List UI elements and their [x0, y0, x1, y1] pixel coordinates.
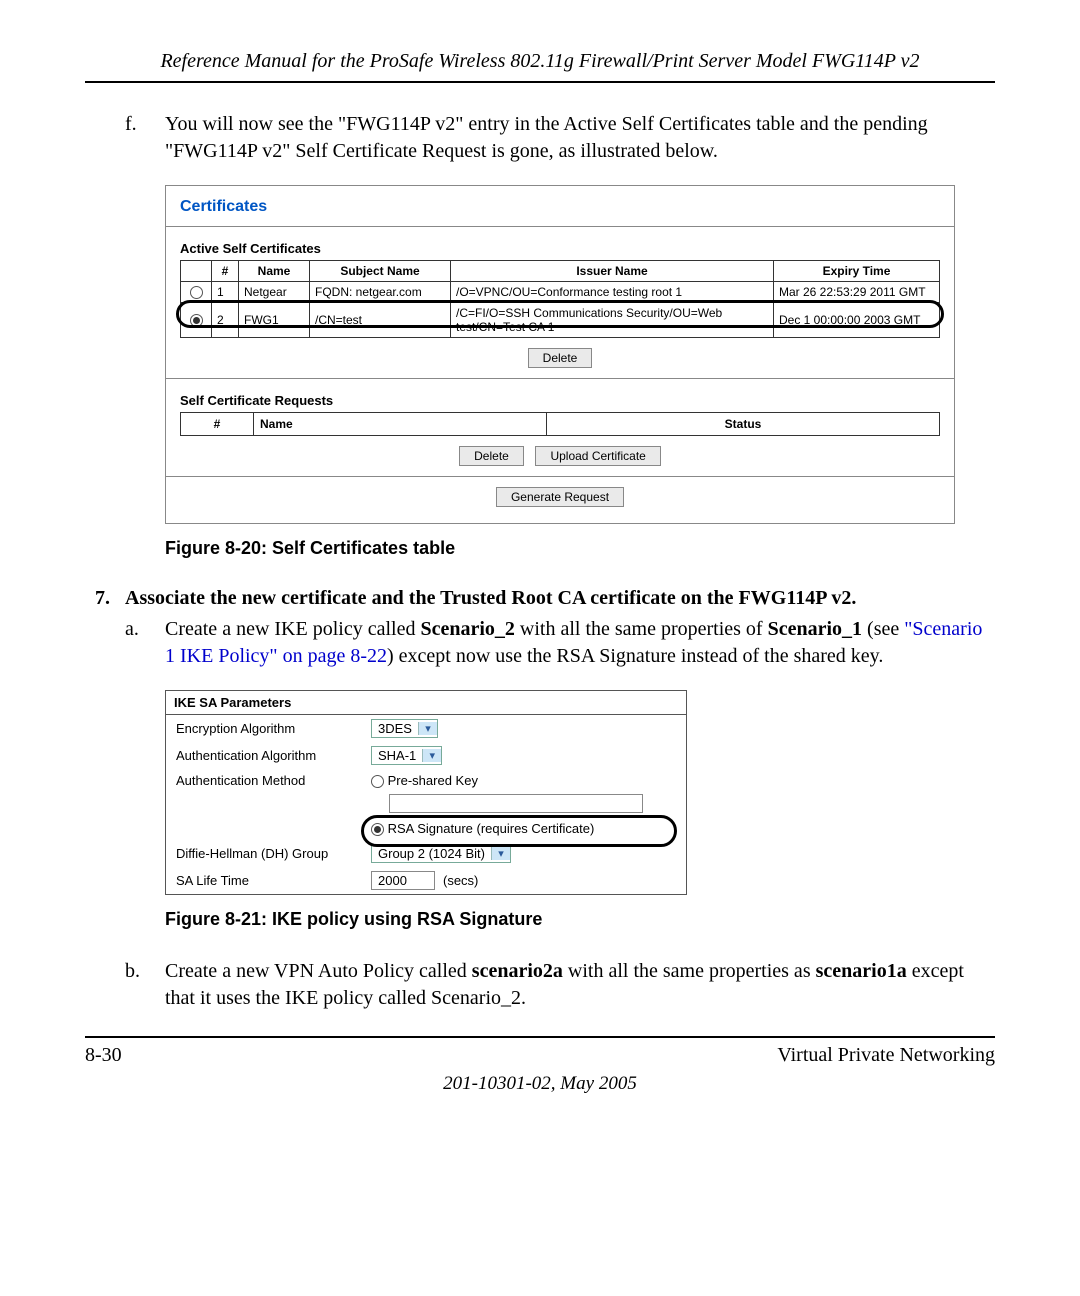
sa-life-input[interactable]: 2000	[371, 871, 435, 890]
header-rule	[85, 81, 995, 83]
table-row: 2 FWG1 /CN=test /C=FI/O=SSH Communicatio…	[181, 303, 940, 338]
item-a-text: Create a new IKE policy called Scenario_…	[165, 616, 995, 670]
step7-marker: 7.	[85, 587, 125, 610]
row1-name: Netgear	[239, 282, 310, 303]
col-hash: #	[212, 261, 239, 282]
page: Reference Manual for the ProSafe Wireles…	[0, 0, 1080, 1135]
active-certs-table: # Name Subject Name Issuer Name Expiry T…	[180, 260, 940, 338]
page-number: 8-30	[85, 1044, 122, 1067]
ike-sa-panel: IKE SA Parameters Encryption Algorithm 3…	[165, 690, 687, 895]
step-7: 7. Associate the new certificate and the…	[85, 587, 995, 610]
footer-rule	[85, 1036, 995, 1038]
enc-algo-select[interactable]: 3DES▾	[371, 719, 438, 738]
figure-8-21: IKE SA Parameters Encryption Algorithm 3…	[165, 690, 995, 895]
delete-request-button[interactable]: Delete	[459, 446, 524, 466]
row2-expiry: Dec 1 00:00:00 2003 GMT	[774, 303, 940, 338]
preshared-input[interactable]	[389, 794, 643, 813]
item-f-text: You will now see the "FWG114P v2" entry …	[165, 111, 995, 165]
footer: 8-30 Virtual Private Networking	[85, 1044, 995, 1067]
table-row: 1 Netgear FQDN: netgear.com /O=VPNC/OU=C…	[181, 282, 940, 303]
dh-group-label: Diffie-Hellman (DH) Group	[176, 846, 371, 861]
ike-sa-header: IKE SA Parameters	[166, 691, 686, 715]
row1-radio[interactable]	[190, 286, 203, 299]
certificates-title: Certificates	[180, 198, 940, 216]
rsa-label: RSA Signature (requires Certificate)	[388, 821, 595, 836]
active-self-certs-label: Active Self Certificates	[180, 241, 940, 256]
footer-section: Virtual Private Networking	[777, 1044, 995, 1067]
figure-8-21-caption: Figure 8-21: IKE policy using RSA Signat…	[165, 909, 995, 930]
sa-life-label: SA Life Time	[176, 873, 371, 888]
row1-num: 1	[212, 282, 239, 303]
col-name: Name	[239, 261, 310, 282]
delete-button[interactable]: Delete	[528, 348, 593, 368]
preshared-label: Pre-shared Key	[388, 773, 478, 788]
chevron-down-icon: ▾	[491, 847, 510, 860]
row1-subject: FQDN: netgear.com	[310, 282, 451, 303]
req-col-hash: #	[181, 413, 254, 436]
item-f-marker: f.	[85, 111, 165, 165]
generate-request-button[interactable]: Generate Request	[496, 487, 624, 507]
row2-num: 2	[212, 303, 239, 338]
row1-expiry: Mar 26 22:53:29 2011 GMT	[774, 282, 940, 303]
col-issuer: Issuer Name	[451, 261, 774, 282]
sa-unit: (secs)	[443, 873, 478, 888]
figure-8-20-caption: Figure 8-20: Self Certificates table	[165, 538, 995, 559]
row2-radio[interactable]	[190, 314, 203, 327]
list-item-b: b. Create a new VPN Auto Policy called s…	[85, 958, 995, 1012]
row2-subject: /CN=test	[310, 303, 451, 338]
cert-requests-table: # Name Status	[180, 412, 940, 436]
auth-method-label: Authentication Method	[176, 773, 371, 788]
item-b-marker: b.	[85, 958, 165, 1012]
footer-date: 201-10301-02, May 2005	[85, 1073, 995, 1095]
row2-issuer: /C=FI/O=SSH Communications Security/OU=W…	[451, 303, 774, 338]
certificates-panel: Certificates Active Self Certificates # …	[165, 185, 955, 524]
page-header-title: Reference Manual for the ProSafe Wireles…	[85, 50, 995, 73]
auth-algo-select[interactable]: SHA-1▾	[371, 746, 442, 765]
item-b-text: Create a new VPN Auto Policy called scen…	[165, 958, 995, 1012]
figure-8-20: Certificates Active Self Certificates # …	[165, 185, 995, 524]
req-col-name: Name	[254, 413, 547, 436]
chevron-down-icon: ▾	[418, 722, 437, 735]
preshared-radio[interactable]	[371, 775, 384, 788]
dh-group-select[interactable]: Group 2 (1024 Bit)▾	[371, 844, 511, 863]
req-col-status: Status	[547, 413, 940, 436]
auth-algo-label: Authentication Algorithm	[176, 748, 371, 763]
upload-cert-button[interactable]: Upload Certificate	[535, 446, 660, 466]
row2-name: FWG1	[239, 303, 310, 338]
chevron-down-icon: ▾	[422, 749, 441, 762]
item-a-marker: a.	[85, 616, 165, 670]
step7-text: Associate the new certificate and the Tr…	[125, 587, 856, 610]
rsa-radio[interactable]	[371, 823, 384, 836]
self-cert-requests-label: Self Certificate Requests	[180, 393, 940, 408]
col-expiry: Expiry Time	[774, 261, 940, 282]
col-subject: Subject Name	[310, 261, 451, 282]
list-item-f: f. You will now see the "FWG114P v2" ent…	[85, 111, 995, 165]
row1-issuer: /O=VPNC/OU=Conformance testing root 1	[451, 282, 774, 303]
enc-algo-label: Encryption Algorithm	[176, 721, 371, 736]
list-item-a: a. Create a new IKE policy called Scenar…	[85, 616, 995, 670]
